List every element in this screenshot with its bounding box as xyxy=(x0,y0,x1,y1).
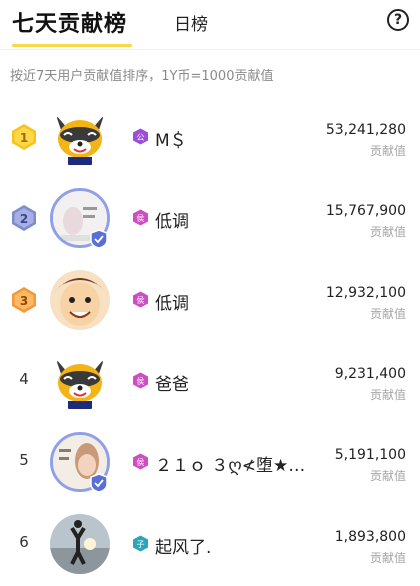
contribution-label: 贡献值 xyxy=(369,388,406,402)
list-item[interactable]: 5 侯 ２１ｏ ３ღ≮堕★… 5,191,100 贡献值 xyxy=(0,423,420,503)
tab-daily-ranking[interactable]: 日榜 xyxy=(174,10,208,35)
level-badge-icon: 侯 xyxy=(133,453,148,470)
svg-text:侯: 侯 xyxy=(137,296,145,305)
user-name: ２１ｏ ３ღ≮堕★… xyxy=(155,456,306,476)
shield-icon xyxy=(90,473,108,493)
level-badge-icon: 侯 xyxy=(133,372,148,389)
level-badge-icon: 子 xyxy=(133,535,148,552)
level-badge-icon: 侯 xyxy=(133,209,148,226)
contribution-label: 贡献值 xyxy=(369,307,406,321)
rank-number: 3 xyxy=(20,294,28,308)
svg-text:侯: 侯 xyxy=(137,458,145,467)
svg-text:侯: 侯 xyxy=(137,214,145,223)
rank-number: 4 xyxy=(19,370,29,388)
contribution-value: 5,191,100 xyxy=(334,447,406,463)
crown-level-icon: 公 xyxy=(133,128,148,145)
help-icon[interactable]: ? xyxy=(387,9,409,31)
svg-text:子: 子 xyxy=(137,540,145,549)
user-name: 爸爸 xyxy=(155,375,189,395)
list-item[interactable]: 2 侯 低调 15,767,900 贡献值 xyxy=(0,179,420,259)
avatar[interactable] xyxy=(50,107,110,167)
contribution-label: 贡献值 xyxy=(369,551,406,565)
rank-number: 6 xyxy=(19,533,29,551)
rank-number: 2 xyxy=(20,212,28,226)
header: 七天贡献榜 日榜 ? xyxy=(0,0,420,56)
silver-medal-icon: 2 xyxy=(12,205,36,231)
contribution-value: 1,893,800 xyxy=(334,529,406,545)
avatar[interactable] xyxy=(50,270,110,330)
contribution-value: 15,767,900 xyxy=(325,203,406,219)
ranking-description: 按近7天用户贡献值排序，1Y币=1000贡献值 xyxy=(10,69,274,84)
list-item[interactable]: 1 公 M＄ 53,241,280 贡献值 xyxy=(0,98,420,178)
list-item[interactable]: 3 侯 低调 12,932,100 贡献值 xyxy=(0,261,420,341)
shield-icon xyxy=(90,229,108,249)
list-item[interactable]: 6 子 起风了. 1,893,800 贡献值 xyxy=(0,505,420,585)
rank-number: 1 xyxy=(20,131,28,145)
svg-text:公: 公 xyxy=(137,133,145,142)
list-item[interactable]: 4 侯 爸爸 9,231,400 贡献值 xyxy=(0,342,420,422)
avatar[interactable] xyxy=(50,514,110,574)
contribution-label: 贡献值 xyxy=(369,469,406,483)
bronze-medal-icon: 3 xyxy=(12,287,36,313)
tab-seven-day-ranking[interactable]: 七天贡献榜 xyxy=(12,6,127,38)
user-name: 起风了. xyxy=(155,538,212,558)
header-divider xyxy=(0,49,420,50)
contribution-value: 12,932,100 xyxy=(325,285,406,301)
avatar[interactable] xyxy=(50,351,110,411)
contribution-value: 9,231,400 xyxy=(334,366,406,382)
user-name: 低调 xyxy=(155,294,189,314)
contribution-value: 53,241,280 xyxy=(325,122,406,138)
svg-text:侯: 侯 xyxy=(137,377,145,386)
user-name: M＄ xyxy=(155,131,187,151)
level-badge-icon: 侯 xyxy=(133,291,148,308)
contribution-label: 贡献值 xyxy=(369,225,406,239)
gold-medal-icon: 1 xyxy=(12,124,36,150)
rank-number: 5 xyxy=(19,451,29,469)
contribution-label: 贡献值 xyxy=(369,144,406,158)
user-name: 低调 xyxy=(155,212,189,232)
active-tab-indicator xyxy=(12,44,132,47)
